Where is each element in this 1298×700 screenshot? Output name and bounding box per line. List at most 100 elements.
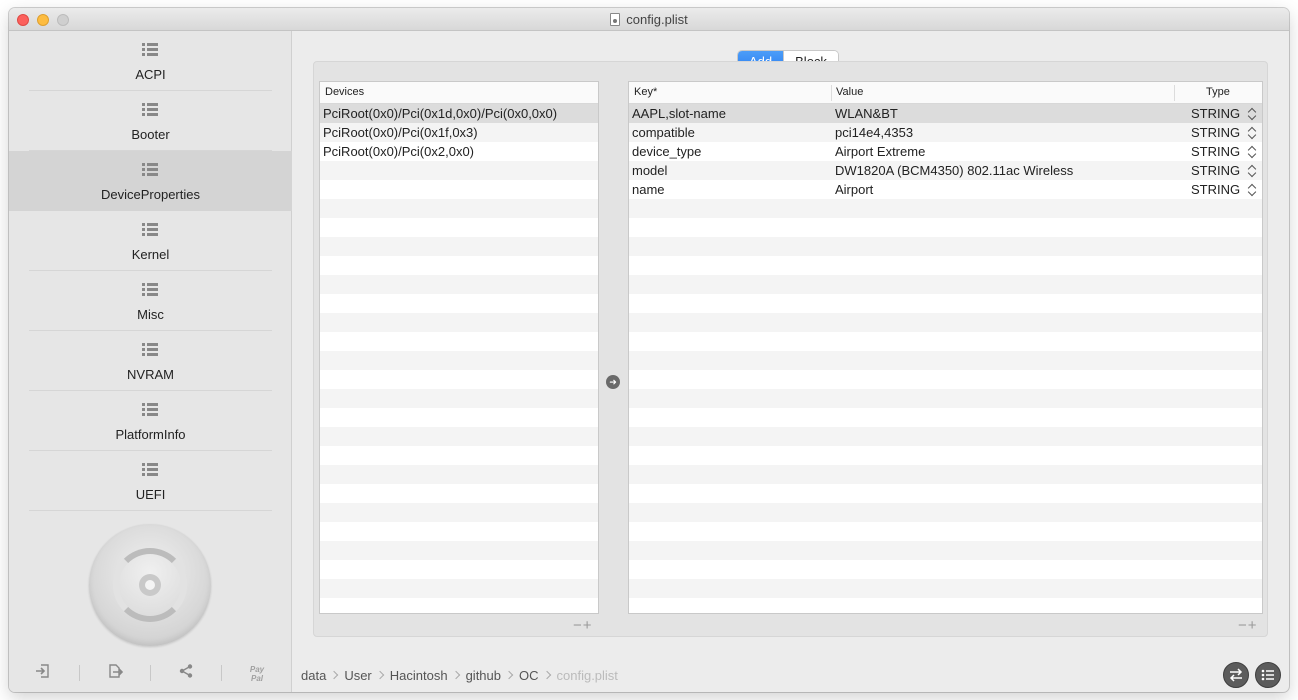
value-column-header[interactable]: Value	[836, 86, 863, 98]
app-logo-disc	[89, 524, 211, 646]
value-cell[interactable]: WLAN&BT	[835, 104, 898, 123]
list-icon	[142, 163, 158, 177]
sidebar-item-kernel[interactable]: Kernel	[9, 211, 292, 271]
type-stepper-icon[interactable]	[1248, 183, 1256, 196]
table-row[interactable]: AAPL,slot-name WLAN&BT STRING	[629, 104, 1262, 123]
window-title: config.plist	[626, 12, 688, 27]
remove-property-button[interactable]: −	[1238, 617, 1248, 634]
table-row[interactable]: compatible pci14e4,4353 STRING	[629, 123, 1262, 142]
sidebar-item-label: ACPI	[135, 67, 166, 82]
list-icon	[142, 463, 158, 477]
sidebar-item-misc[interactable]: Misc	[9, 271, 292, 331]
table-row[interactable]: name Airport STRING	[629, 180, 1262, 199]
import-button[interactable]	[31, 663, 55, 683]
share-icon	[179, 664, 193, 678]
paypal-donate-button[interactable]: Pay Pal	[245, 665, 269, 685]
properties-table[interactable]: Key* Value Type AAPL,slot-name WLAN&BT STR…	[628, 81, 1263, 614]
arrow-right-icon[interactable]: ➜	[606, 375, 620, 389]
type-stepper-icon[interactable]	[1248, 107, 1256, 120]
breadcrumb-item[interactable]: config.plist	[557, 668, 618, 683]
key-cell[interactable]: device_type	[632, 142, 701, 161]
devices-column-header[interactable]: Devices	[325, 86, 364, 98]
properties-table-body: AAPL,slot-name WLAN&BT STRING compatible pci…	[629, 104, 1262, 613]
devices-table[interactable]: Devices PciRoot(0x0)/Pci(0x1d,0x0)/Pci(0…	[319, 81, 599, 614]
type-stepper-icon[interactable]	[1248, 164, 1256, 177]
list-icon	[142, 103, 158, 117]
sidebar-item-label: UEFI	[135, 487, 166, 502]
chevron-right-icon	[451, 670, 460, 680]
breadcrumb-item[interactable]: Hacintosh	[390, 668, 448, 683]
add-property-button[interactable]: +	[1248, 617, 1258, 634]
table-row[interactable]: PciRoot(0x0)/Pci(0x1f,0x3)	[320, 123, 598, 142]
type-cell[interactable]: STRING	[1191, 180, 1240, 199]
export-icon	[109, 664, 124, 678]
sidebar-item-label: Misc	[137, 307, 164, 322]
value-cell[interactable]: pci14e4,4353	[835, 123, 913, 142]
type-cell[interactable]: STRING	[1191, 104, 1240, 123]
sidebar-item-deviceproperties[interactable]: DeviceProperties	[9, 151, 292, 211]
type-cell[interactable]: STRING	[1191, 142, 1240, 161]
value-cell[interactable]: Airport Extreme	[835, 142, 925, 161]
disc-hub	[139, 574, 161, 596]
chevron-right-icon	[504, 670, 514, 680]
path-bar: data User Hacintosh github OC config.plist	[301, 665, 618, 685]
chevron-right-icon	[330, 670, 339, 680]
sidebar-item-booter[interactable]: Booter	[9, 91, 292, 151]
table-row[interactable]: PciRoot(0x0)/Pci(0x2,0x0)	[320, 142, 598, 161]
sidebar-item-label: NVRAM	[127, 367, 174, 382]
type-stepper-icon[interactable]	[1248, 126, 1256, 139]
sidebar-item-label: DeviceProperties	[101, 187, 200, 202]
footer-divider	[79, 665, 80, 681]
sidebar-item-platforminfo[interactable]: PlatformInfo	[9, 391, 292, 451]
title-bar: config.plist	[9, 8, 1289, 31]
list-view-button[interactable]	[1255, 662, 1281, 688]
list-icon	[142, 343, 158, 357]
list-icon	[142, 403, 158, 417]
export-button[interactable]	[103, 663, 127, 683]
breadcrumb-item[interactable]: data	[301, 668, 326, 683]
key-cell[interactable]: AAPL,slot-name	[632, 104, 726, 123]
properties-add-remove: −+	[1238, 617, 1258, 634]
breadcrumb-item[interactable]: github	[466, 668, 501, 683]
app-window: config.plist ACPI Booter DeviceProperties K…	[9, 8, 1289, 692]
list-icon	[142, 283, 158, 297]
swap-arrows-icon	[1229, 668, 1243, 682]
sidebar-item-nvram[interactable]: NVRAM	[9, 331, 292, 391]
sidebar-item-acpi[interactable]: ACPI	[9, 31, 292, 91]
sidebar: ACPI Booter DeviceProperties Kernel Misc NVRA…	[9, 31, 292, 692]
key-cell[interactable]: name	[632, 180, 665, 199]
window-title-group: config.plist	[9, 12, 1289, 27]
breadcrumb-item[interactable]: OC	[519, 668, 539, 683]
remove-device-button[interactable]: −	[573, 617, 583, 634]
chevron-right-icon	[542, 670, 551, 680]
devices-table-header: Devices	[320, 82, 598, 104]
type-column-header[interactable]: Type	[1206, 86, 1230, 98]
sidebar-item-uefi[interactable]: UEFI	[9, 451, 292, 511]
document-icon	[610, 13, 621, 26]
add-device-button[interactable]: +	[583, 617, 593, 634]
key-cell[interactable]: compatible	[632, 123, 695, 142]
sidebar-divider	[29, 510, 272, 511]
list-icon	[142, 223, 158, 237]
table-row[interactable]: device_type Airport Extreme STRING	[629, 142, 1262, 161]
type-cell[interactable]: STRING	[1191, 123, 1240, 142]
key-column-header[interactable]: Key*	[634, 86, 657, 98]
column-divider	[831, 85, 832, 101]
type-cell[interactable]: STRING	[1191, 161, 1240, 180]
breadcrumb-item[interactable]: User	[344, 668, 371, 683]
column-divider	[1174, 85, 1175, 101]
table-row[interactable]: model DW1820A (BCM4350) 802.11ac Wireless…	[629, 161, 1262, 180]
table-row[interactable]: PciRoot(0x0)/Pci(0x1d,0x0)/Pci(0x0,0x0)	[320, 104, 598, 123]
type-stepper-icon[interactable]	[1248, 145, 1256, 158]
properties-table-header: Key* Value Type	[629, 82, 1262, 104]
value-cell[interactable]: Airport	[835, 180, 873, 199]
share-button[interactable]	[174, 663, 198, 683]
footer-divider	[150, 665, 151, 681]
sidebar-item-label: PlatformInfo	[115, 427, 186, 442]
device-path-cell: PciRoot(0x0)/Pci(0x1f,0x3)	[323, 125, 478, 140]
list-icon	[1261, 669, 1274, 681]
device-path-cell: PciRoot(0x0)/Pci(0x2,0x0)	[323, 144, 474, 159]
value-cell[interactable]: DW1820A (BCM4350) 802.11ac Wireless	[835, 161, 1073, 180]
key-cell[interactable]: model	[632, 161, 667, 180]
convert-button[interactable]	[1223, 662, 1249, 688]
